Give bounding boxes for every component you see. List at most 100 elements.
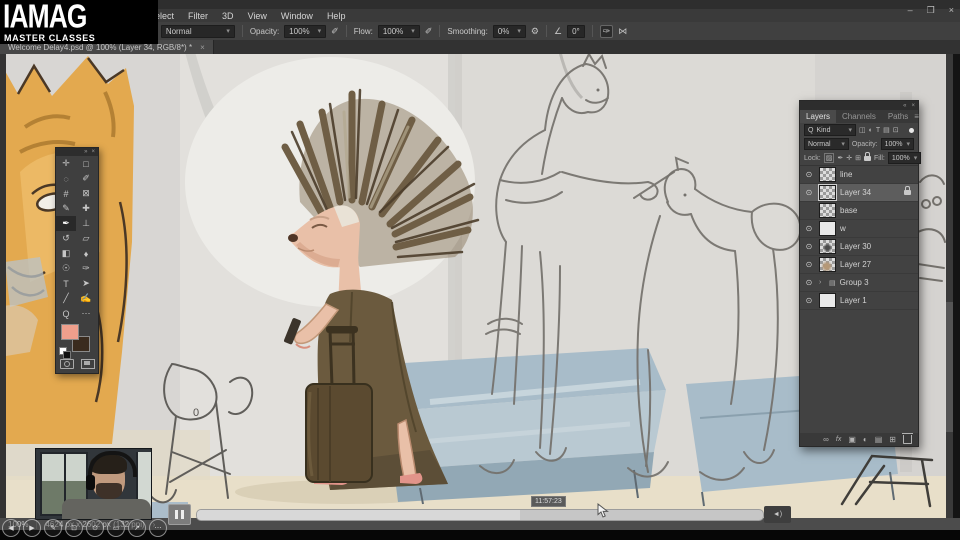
filter-pixel-icon[interactable]: ◫ — [859, 126, 866, 134]
pressure-opacity-icon[interactable]: ✑ — [599, 24, 614, 38]
close-icon[interactable]: × — [91, 149, 95, 155]
gradient-tool[interactable]: ◧ — [56, 246, 76, 261]
collapse-icon[interactable]: « — [903, 103, 906, 109]
filter-kind-dropdown[interactable]: Q Kind ▾ — [804, 124, 856, 136]
layer-mask-icon[interactable]: ▣ — [848, 435, 856, 444]
player-share-button[interactable]: ↗ — [128, 519, 146, 537]
menu-view[interactable]: View — [241, 11, 274, 21]
tab-paths[interactable]: Paths — [882, 110, 914, 123]
marquee-tool[interactable]: □ — [76, 156, 96, 171]
close-icon[interactable]: × — [200, 43, 205, 52]
layer-thumbnail[interactable] — [819, 203, 836, 218]
layer-thumbnail[interactable] — [819, 167, 836, 182]
default-colors-icon[interactable] — [59, 347, 71, 359]
tab-channels[interactable]: Channels — [836, 110, 882, 123]
layer-row[interactable]: ⊙ base — [800, 202, 918, 220]
eraser-tool[interactable]: ▱ — [76, 231, 96, 246]
symmetry-icon[interactable]: ⋈ — [618, 26, 627, 37]
layer-row[interactable]: ⊙ Layer 30 — [800, 238, 918, 256]
quick-select-tool[interactable]: ✐ — [76, 171, 96, 186]
layer-style-icon[interactable]: fx — [836, 436, 841, 443]
link-layers-icon[interactable]: ∞ — [823, 435, 829, 444]
close-button[interactable]: × — [949, 5, 954, 16]
menu-filter[interactable]: Filter — [181, 11, 215, 21]
brush-angle-field[interactable]: 0° — [567, 24, 585, 38]
expander-icon[interactable]: › — [819, 279, 825, 286]
smoothing-dropdown[interactable]: 0% ▾ — [492, 24, 526, 38]
flow-dropdown[interactable]: 100% ▾ — [377, 24, 420, 38]
pause-button[interactable] — [168, 504, 191, 525]
layer-thumbnail[interactable] — [819, 257, 836, 272]
foreground-color-swatch[interactable] — [61, 324, 79, 340]
delete-layer-icon[interactable] — [902, 433, 913, 444]
new-group-icon[interactable]: ▤ — [875, 435, 883, 444]
volume-button[interactable]: ◄) — [764, 506, 791, 523]
lock-pixels-icon[interactable]: ✒ — [837, 154, 843, 162]
line-tool[interactable]: ╱ — [56, 291, 76, 306]
layer-row-group[interactable]: ⊙ › ▤ Group 3 — [800, 274, 918, 292]
player-frame-button[interactable]: ⊡ — [65, 519, 83, 537]
layer-fill-dropdown[interactable]: 100% ▾ — [887, 152, 922, 164]
lock-artboard-icon[interactable]: ⊞ — [855, 154, 861, 162]
restore-button[interactable]: ❐ — [927, 5, 935, 16]
eyedropper-tool[interactable]: ✎ — [56, 201, 76, 216]
eye-icon[interactable]: ⊙ — [803, 260, 815, 269]
lock-position-icon[interactable]: ✛ — [846, 154, 852, 162]
layer-thumbnail[interactable] — [819, 293, 836, 308]
tab-layers[interactable]: Layers — [800, 110, 837, 123]
rotate-view-tool[interactable]: ✍ — [76, 291, 96, 306]
player-prev-button[interactable]: ◀ — [2, 519, 20, 537]
layer-row[interactable]: ⊙ w — [800, 220, 918, 238]
airbrush-flow-icon[interactable]: ✐ — [425, 26, 433, 37]
crop-tool[interactable]: # — [56, 186, 76, 201]
eye-icon[interactable]: ⊙ — [803, 170, 815, 179]
layers-panel-header[interactable]: « × — [800, 101, 918, 110]
layer-thumbnail[interactable] — [819, 221, 836, 236]
layer-thumbnail[interactable] — [818, 184, 837, 201]
video-progress-bar[interactable] — [196, 509, 764, 521]
lock-transparency-icon[interactable]: ▨ — [823, 153, 835, 163]
layer-thumbnail[interactable] — [819, 239, 836, 254]
player-annotate-button[interactable]: ✎ — [44, 519, 62, 537]
player-zoom-button[interactable]: ⊙ — [86, 519, 104, 537]
eye-icon[interactable]: ⊙ — [803, 224, 815, 233]
adjustment-layer-icon[interactable]: ◐ — [863, 435, 868, 444]
menu-3d[interactable]: 3D — [215, 11, 241, 21]
eye-icon[interactable]: ⊙ — [803, 242, 815, 251]
filter-adjustment-icon[interactable]: ◐ — [869, 127, 873, 134]
move-tool[interactable]: ✛ — [56, 156, 76, 171]
filter-group-icon[interactable]: ▤ — [883, 126, 890, 134]
menu-window[interactable]: Window — [274, 11, 320, 21]
close-icon[interactable]: × — [911, 103, 915, 109]
zoom-tool[interactable]: Q — [56, 306, 76, 321]
eye-icon[interactable]: ⊙ — [803, 296, 815, 305]
layer-row[interactable]: ⊙ line — [800, 166, 918, 184]
eye-icon[interactable]: ⊙ — [803, 188, 815, 197]
layer-blend-mode-dropdown[interactable]: Normal ▾ — [804, 138, 849, 150]
player-play-button[interactable]: ▶ — [23, 519, 41, 537]
layer-opacity-dropdown[interactable]: 100% ▾ — [880, 138, 914, 150]
frame-tool[interactable]: ⊠ — [76, 186, 96, 201]
collapse-icon[interactable]: » — [84, 149, 87, 155]
filter-toggle[interactable] — [909, 127, 914, 133]
menu-help[interactable]: Help — [320, 11, 353, 21]
lasso-tool[interactable]: ◌ — [56, 171, 76, 186]
layer-row[interactable]: ⊙ Layer 1 — [800, 292, 918, 310]
path-select-tool[interactable]: ➤ — [76, 276, 96, 291]
opacity-dropdown[interactable]: 100% ▾ — [284, 24, 327, 38]
panel-menu-icon[interactable]: ≡ — [914, 110, 923, 123]
quick-mask-button[interactable] — [59, 359, 74, 369]
filter-type-icon[interactable]: T — [876, 127, 880, 134]
minimize-button[interactable]: – — [908, 5, 913, 16]
clone-stamp-tool[interactable]: ⊥ — [76, 216, 96, 231]
brush-tool[interactable]: ✒ — [56, 216, 76, 231]
eye-icon[interactable]: ⊙ — [803, 278, 815, 287]
layer-row[interactable]: ⊙ Layer 34 — [800, 184, 918, 202]
layer-row[interactable]: ⊙ Layer 27 — [800, 256, 918, 274]
blend-mode-dropdown[interactable]: Normal ▾ — [160, 24, 235, 38]
type-tool[interactable]: T — [56, 276, 76, 291]
new-layer-icon[interactable]: ⊞ — [889, 435, 896, 444]
airbrush-opacity-icon[interactable]: ✐ — [331, 26, 339, 37]
dodge-tool[interactable]: ☉ — [56, 261, 76, 276]
gear-icon[interactable]: ⚙ — [531, 26, 539, 37]
